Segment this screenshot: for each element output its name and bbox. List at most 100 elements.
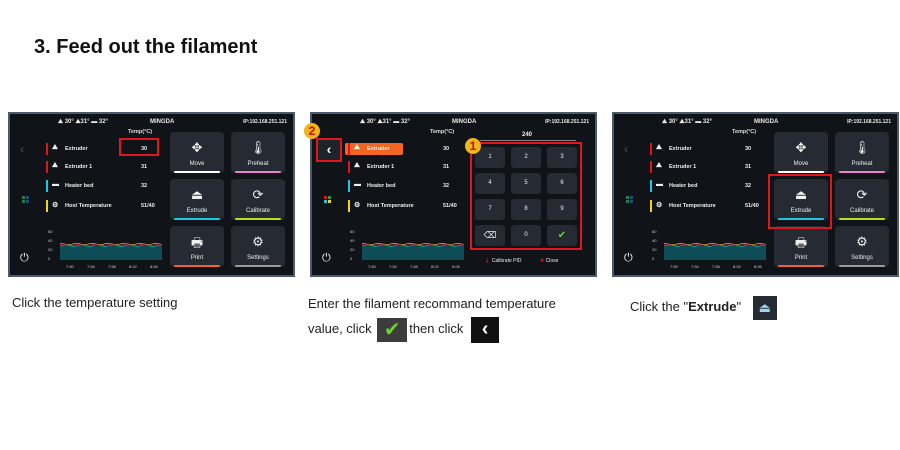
row-value[interactable]: 31 [443, 164, 449, 170]
row-indicator [650, 200, 652, 212]
row-indicator [348, 143, 350, 155]
tile-underline [839, 218, 885, 220]
back-icon: ‹ [471, 316, 500, 343]
status-temperatures: ⛰ 30° ⛰31° ▬ 32° [360, 119, 410, 125]
chart-y-tick: 60 [350, 229, 355, 234]
tile-calibrate[interactable]: ⟳ Calibrate [835, 179, 889, 220]
preheat-icon: 🌡 [853, 140, 871, 155]
row-indicator [650, 161, 652, 173]
tile-underline [174, 265, 220, 267]
move-icon: ✥ [795, 140, 807, 155]
row-value[interactable]: 32 [443, 183, 449, 189]
chart-y-tick: 20 [48, 247, 53, 252]
apps-icon[interactable] [22, 196, 30, 204]
tile-underline [235, 171, 281, 173]
row-value[interactable]: 30 [443, 146, 449, 152]
row-value[interactable]: 32 [141, 183, 147, 189]
tile-move[interactable]: ✥ Move [170, 132, 224, 173]
tile-underline [174, 218, 220, 220]
tile-print[interactable]: 🖶 Print [774, 226, 828, 267]
temperature-chart: 60 40 20 0 7:50 7:54 7:58 8:02 8:06 [652, 229, 767, 269]
printer-screen-step1: ⛰ 30° ⛰31° ▬ 32° MINGDA IP:192.168.251.1… [8, 112, 295, 277]
tile-label: Preheat [247, 161, 269, 167]
caption-step2-part-a: value, click [308, 321, 372, 336]
close-button[interactable]: ✖ Close [540, 258, 558, 264]
chart-x-tick: 8:06 [452, 264, 461, 269]
settings-icon: ⚙ [856, 234, 868, 249]
back-arrow-icon[interactable]: ‹ [20, 142, 24, 156]
tile-label: Print [794, 255, 808, 261]
caption-step3-bold: Extrude [688, 299, 737, 314]
chart-y-tick: 0 [48, 256, 51, 261]
row-value[interactable]: 31 [141, 164, 147, 170]
chart-x-tick: 7:58 [410, 264, 419, 269]
brand-label: MINGDA [150, 119, 175, 125]
ip-address: IP:192.168.251.121 [545, 119, 589, 125]
tile-label: Extrude [186, 208, 208, 214]
calibrate-icon: ⟳ [252, 187, 264, 202]
ip-address: IP:192.168.251.121 [243, 119, 287, 125]
tile-settings[interactable]: ⚙ Settings [835, 226, 889, 267]
row-value[interactable]: 30 [745, 146, 751, 152]
apps-icon[interactable] [324, 196, 332, 204]
back-arrow-icon[interactable]: ‹ [624, 142, 628, 156]
caption-step3-suffix: " [736, 299, 742, 314]
tile-move[interactable]: ✥ Move [774, 132, 828, 173]
power-icon[interactable]: ⏻ [322, 252, 331, 265]
tile-extrude[interactable]: ⏏ Extrude [170, 179, 224, 220]
row-value[interactable]: 31 [745, 164, 751, 170]
tile-preheat[interactable]: 🌡 Preheat [835, 132, 889, 173]
status-bar: ⛰ 30° ⛰31° ▬ 32° MINGDA IP:192.168.251.1… [312, 117, 595, 127]
row-value[interactable]: 32 [745, 183, 751, 189]
status-temperatures: ⛰ 30° ⛰31° ▬ 32° [662, 119, 712, 125]
power-icon[interactable]: ⏻ [624, 252, 633, 265]
caption-step2-line2: value, click ✔ then click ‹ [308, 316, 500, 343]
highlight-numpad [470, 142, 582, 250]
tile-calibrate[interactable]: ⟳ Calibrate [231, 179, 285, 220]
tile-preheat[interactable]: 🌡 Preheat [231, 132, 285, 173]
tile-label: Calibrate [849, 208, 874, 214]
move-icon: ✥ [191, 140, 203, 155]
chart-x-tick: 7:54 [87, 264, 96, 269]
row-value[interactable]: 51/40 [443, 203, 457, 209]
power-icon[interactable]: ⏻ [20, 252, 29, 265]
row-label: Host Temperature [367, 203, 414, 209]
caption-step3: Click the "Extrude" ⏏ [630, 294, 777, 320]
brand-label: MINGDA [452, 119, 477, 125]
extruder-icon: ⛰ [354, 144, 360, 151]
row-label: Heater bed [65, 183, 94, 189]
chart-x-tick: 7:50 [66, 264, 75, 269]
row-label: Host Temperature [669, 203, 716, 209]
chart-y-tick: 0 [652, 256, 655, 261]
row-label: Extruder [669, 146, 692, 152]
extrude-icon: ⏏ [752, 295, 777, 320]
row-value[interactable]: 51/40 [141, 203, 155, 209]
chart-x-tick: 8:06 [150, 264, 159, 269]
extruder-icon: ⛰ [354, 162, 360, 169]
print-icon: 🖶 [190, 235, 204, 250]
chart-x-tick: 7:54 [691, 264, 700, 269]
calibrate-pid-button[interactable]: 🌡 Calibrate PID [484, 258, 521, 264]
chart-fill [362, 246, 464, 260]
tile-label: Settings [247, 255, 269, 261]
row-label: Heater bed [669, 183, 698, 189]
chart-x-tick: 8:02 [733, 264, 742, 269]
gear-icon: ⚙ [656, 202, 663, 209]
row-value[interactable]: 51/40 [745, 203, 759, 209]
row-indicator [46, 200, 48, 212]
tile-print[interactable]: 🖶 Print [170, 226, 224, 267]
tile-underline [778, 171, 824, 173]
section-heading: 3. Feed out the filament [34, 36, 258, 58]
tile-settings[interactable]: ⚙ Settings [231, 226, 285, 267]
temperature-chart: 60 40 20 0 7:50 7:54 7:58 8:02 8:06 [48, 229, 163, 269]
step-marker-1: 1 [465, 138, 481, 154]
chart-y-tick: 0 [350, 256, 353, 261]
settings-icon: ⚙ [252, 234, 264, 249]
chart-y-tick: 60 [652, 229, 657, 234]
apps-icon[interactable] [626, 196, 634, 204]
tile-underline [235, 218, 281, 220]
tile-label: Calibrate [245, 208, 270, 214]
row-indicator [348, 180, 350, 192]
chart-x-tick: 7:50 [368, 264, 377, 269]
chart-y-tick: 40 [652, 238, 657, 243]
